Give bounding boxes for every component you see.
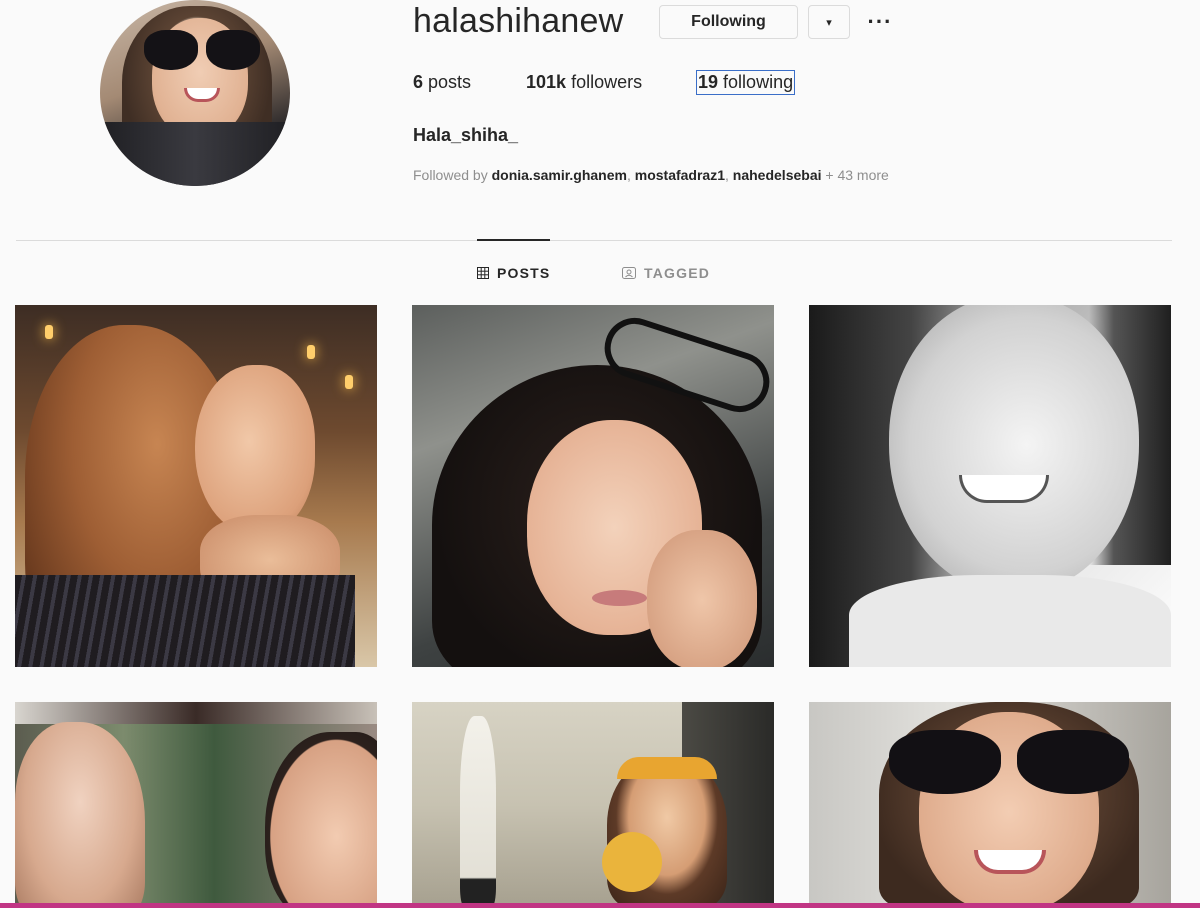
post-thumbnail[interactable] (412, 702, 774, 908)
post-thumbnail[interactable] (809, 702, 1171, 908)
following-link[interactable]: 19 following (696, 70, 796, 95)
following-button[interactable]: Following (659, 5, 798, 39)
followers-count: 101k (526, 72, 567, 92)
tab-posts[interactable]: POSTS (477, 265, 550, 281)
profile-avatar[interactable] (100, 0, 290, 186)
followers-label: followers (571, 72, 643, 92)
lamp-light (45, 325, 53, 339)
photo-guard (460, 716, 496, 906)
tabs-divider (16, 240, 1172, 241)
tab-tagged[interactable]: TAGGED (622, 265, 710, 281)
photo-face (195, 365, 315, 535)
photo-hand (647, 530, 757, 667)
grid-icon (477, 267, 489, 279)
followed-by-user[interactable]: nahedelsebai (733, 167, 822, 183)
followed-by-user[interactable]: donia.samir.ghanem (492, 167, 627, 183)
photo-sunglasses (889, 730, 1129, 794)
followed-by-prefix: Followed by (413, 167, 488, 183)
photo-headband (617, 757, 717, 779)
posts-count-stat: 6 posts (413, 72, 471, 93)
chevron-down-icon: ▾ (826, 16, 832, 29)
post-thumbnail[interactable] (809, 305, 1171, 667)
photo-face (265, 732, 377, 908)
photo-lips (592, 590, 647, 606)
photo-shirt (15, 575, 355, 667)
photo-background (15, 702, 377, 724)
tab-posts-label: POSTS (497, 265, 551, 281)
photo-face (889, 305, 1139, 595)
photo-smile (959, 475, 1049, 503)
suggestions-dropdown-button[interactable]: ▾ (808, 5, 850, 39)
profile-username: halashihanew (413, 2, 624, 40)
followed-by-text[interactable]: Followed by donia.samir.ghanem, mostafad… (413, 167, 889, 183)
profile-page: halashihanew Following ▾ ··· 6 posts 101… (0, 0, 1200, 908)
posts-label: posts (428, 72, 472, 92)
more-options-button[interactable]: ··· (864, 8, 896, 36)
followed-by-user[interactable]: mostafadraz1 (635, 167, 725, 183)
lamp-light (307, 345, 315, 359)
post-thumbnail[interactable] (15, 305, 377, 667)
posts-count: 6 (413, 72, 424, 92)
followed-by-more[interactable]: + 43 more (825, 167, 888, 183)
following-label: following (723, 72, 794, 92)
active-tab-indicator (477, 239, 550, 241)
more-dots-icon: ··· (867, 9, 893, 34)
profile-full-name: Hala_shiha_ (413, 125, 519, 145)
following-count: 19 (698, 72, 719, 92)
post-thumbnail[interactable] (412, 305, 774, 667)
followers-link[interactable]: 101k followers (526, 72, 642, 93)
avatar-shirt (100, 122, 290, 186)
photo-face (15, 722, 145, 908)
avatar-sunglasses (144, 30, 260, 70)
photo-shirt (849, 575, 1171, 667)
tab-tagged-label: TAGGED (644, 265, 711, 281)
bottom-accent-bar (0, 903, 1200, 908)
photo-scarf (602, 832, 662, 892)
lamp-light (345, 375, 353, 389)
post-thumbnail[interactable] (15, 702, 377, 908)
tagged-icon (622, 267, 636, 279)
